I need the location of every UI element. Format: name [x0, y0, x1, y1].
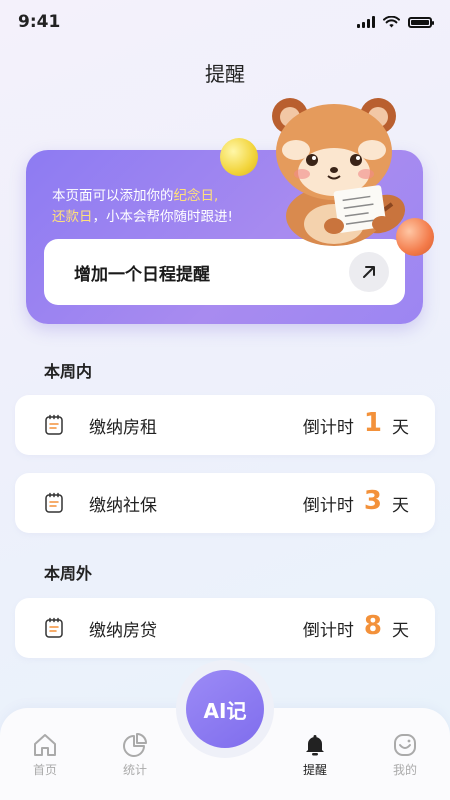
status-time: 9:41 [18, 12, 61, 32]
highlight-repayment: 还款日 [52, 209, 93, 225]
notepad-icon [45, 617, 63, 638]
countdown-days: 3 [363, 486, 382, 516]
add-reminder-label: 增加一个日程提醒 [74, 264, 210, 285]
bell-icon [306, 735, 324, 756]
reminder-name: 缴纳房租 [89, 417, 157, 438]
notepad-icon [45, 414, 63, 435]
countdown-label: 倒计时 [302, 495, 354, 516]
tab-home-label: 首页 [32, 763, 57, 777]
highlight-anniversary: 纪念日 [173, 188, 215, 204]
arrow-up-right-icon[interactable] [349, 252, 389, 292]
page-title: 提醒 [205, 62, 245, 86]
decorative-yellow-ball [220, 138, 258, 176]
countdown-label: 倒计时 [302, 417, 354, 438]
tab-profile[interactable]: 我的 [375, 732, 435, 778]
tab-profile-label: 我的 [392, 763, 417, 777]
countdown-label: 倒计时 [302, 620, 354, 641]
section-title-this-week: 本周内 [44, 362, 93, 381]
tab-reminder-label: 提醒 [302, 763, 327, 777]
battery-icon [408, 16, 434, 28]
countdown-unit: 天 [392, 620, 409, 641]
reminder-item[interactable]: 缴纳房贷 倒计时 8 天 [15, 598, 435, 658]
red-panda-mascot-icon [272, 98, 406, 246]
tab-stats-label: 统计 [122, 763, 147, 777]
home-icon [34, 734, 56, 756]
tab-reminder[interactable]: 提醒 [285, 732, 345, 778]
reminder-item[interactable]: 缴纳房租 倒计时 1 天 [15, 395, 435, 455]
decorative-orange-ball [396, 218, 434, 256]
status-icons [357, 16, 434, 28]
add-reminder-button[interactable]: 增加一个日程提醒 [44, 239, 405, 305]
reminder-name: 缴纳社保 [89, 495, 157, 516]
profile-icon [394, 734, 416, 756]
tab-home[interactable]: 首页 [15, 732, 75, 778]
countdown-days: 1 [363, 408, 382, 438]
notepad-icon [45, 492, 63, 513]
countdown-unit: 天 [392, 495, 409, 516]
pie-chart-icon [123, 733, 147, 757]
banner-description: 本页面可以添加你的纪念日, 还款日，小本会帮你随时跟进! [52, 188, 233, 225]
section-title-beyond-week: 本周外 [44, 564, 93, 583]
tab-stats[interactable]: 统计 [105, 732, 165, 778]
countdown-unit: 天 [392, 417, 409, 438]
wifi-icon [383, 16, 400, 28]
signal-icon [357, 16, 375, 28]
reminder-name: 缴纳房贷 [89, 620, 157, 641]
countdown-days: 8 [363, 611, 382, 641]
ai-record-button[interactable]: AI记 [186, 670, 264, 748]
reminder-item[interactable]: 缴纳社保 倒计时 3 天 [15, 473, 435, 533]
status-bar: 9:41 [0, 0, 450, 44]
